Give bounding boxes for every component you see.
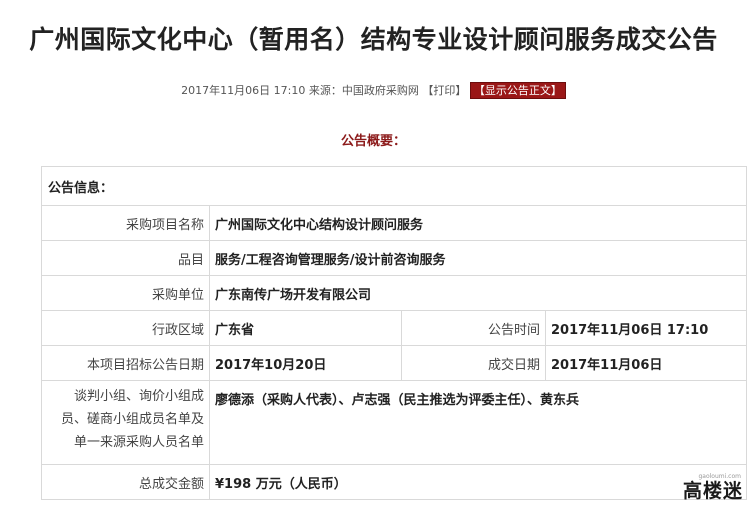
meta-line: 2017年11月06日 17:10 来源：中国政府采购网 【打印】 【显示公告正… [0,82,747,99]
table-row: 谈判小组、询价小组成 员、磋商小组成员名单及 单一来源采购人员名单 廖德添（采购… [41,380,747,465]
table-row: 采购单位 广东南传广场开发有限公司 [41,275,747,311]
table-row: 总成交金额 ¥198 万元（人民币） [41,464,747,500]
table-row: 采购项目名称 广州国际文化中心结构设计顾问服务 [41,205,747,241]
total-label: 总成交金额 [41,464,210,500]
panel-members-value: 廖德添（采购人代表）、卢志强（民主推选为评委主任）、黄东兵 [208,380,747,465]
category-value: 服务/工程咨询管理服务/设计前咨询服务 [208,240,747,276]
show-body-button[interactable]: 【显示公告正文】 [469,82,566,99]
section-row: 公告信息： [40,166,747,206]
table-row: 行政区域 广东省 公告时间 2017年11月06日 17:10 [41,310,747,346]
announce-time-label: 公告时间 [401,310,546,346]
purchaser-value: 广东南传广场开发有限公司 [208,275,747,311]
panel-label: 谈判小组、询价小组成 员、磋商小组成员名单及 单一来源采购人员名单 [41,380,210,465]
category-label: 品目 [41,240,210,276]
bid-date-value: 2017年10月20日 [209,345,402,381]
page-title: 广州国际文化中心（暂用名）结构专业设计顾问服务成交公告 [29,25,718,54]
purchaser-label: 采购单位 [41,275,210,311]
table-row: 本项目招标公告日期 2017年10月20日 成交日期 2017年11月06日 [41,345,747,381]
panel-label-line: 员、磋商小组成员名单及 [60,412,204,427]
watermark-text: 高楼迷 [682,480,743,502]
table-row: 品目 服务/工程咨询管理服务/设计前咨询服务 [41,240,747,276]
panel-label-line: 单一来源采购人员名单 [73,435,204,450]
project-name-value: 广州国际文化中心结构设计顾问服务 [208,205,747,241]
bid-date-label: 本项目招标公告日期 [41,345,210,381]
info-table: 公告信息： 采购项目名称 广州国际文化中心结构设计顾问服务 品目 服务/工程咨询… [40,166,747,500]
overview-heading: 公告概要： [340,134,406,149]
section-title: 公告信息： [40,166,747,206]
panel-label-line: 谈判小组、询价小组成 [73,389,204,404]
announce-time-value: 2017年11月06日 17:10 [544,310,747,346]
print-link[interactable]: 【打印】 [422,84,466,97]
publish-date: 2017年11月06日 17:10 [181,84,306,97]
region-label: 行政区域 [41,310,210,346]
deal-date-label: 成交日期 [401,345,546,381]
region-value: 广东省 [209,310,402,346]
source-text: 来源：中国政府采购网 [308,84,419,97]
watermark-logo: gaoloumi.com 高楼迷 [657,473,743,503]
project-name-label: 采购项目名称 [41,205,210,241]
deal-date-value: 2017年11月06日 [544,345,747,381]
